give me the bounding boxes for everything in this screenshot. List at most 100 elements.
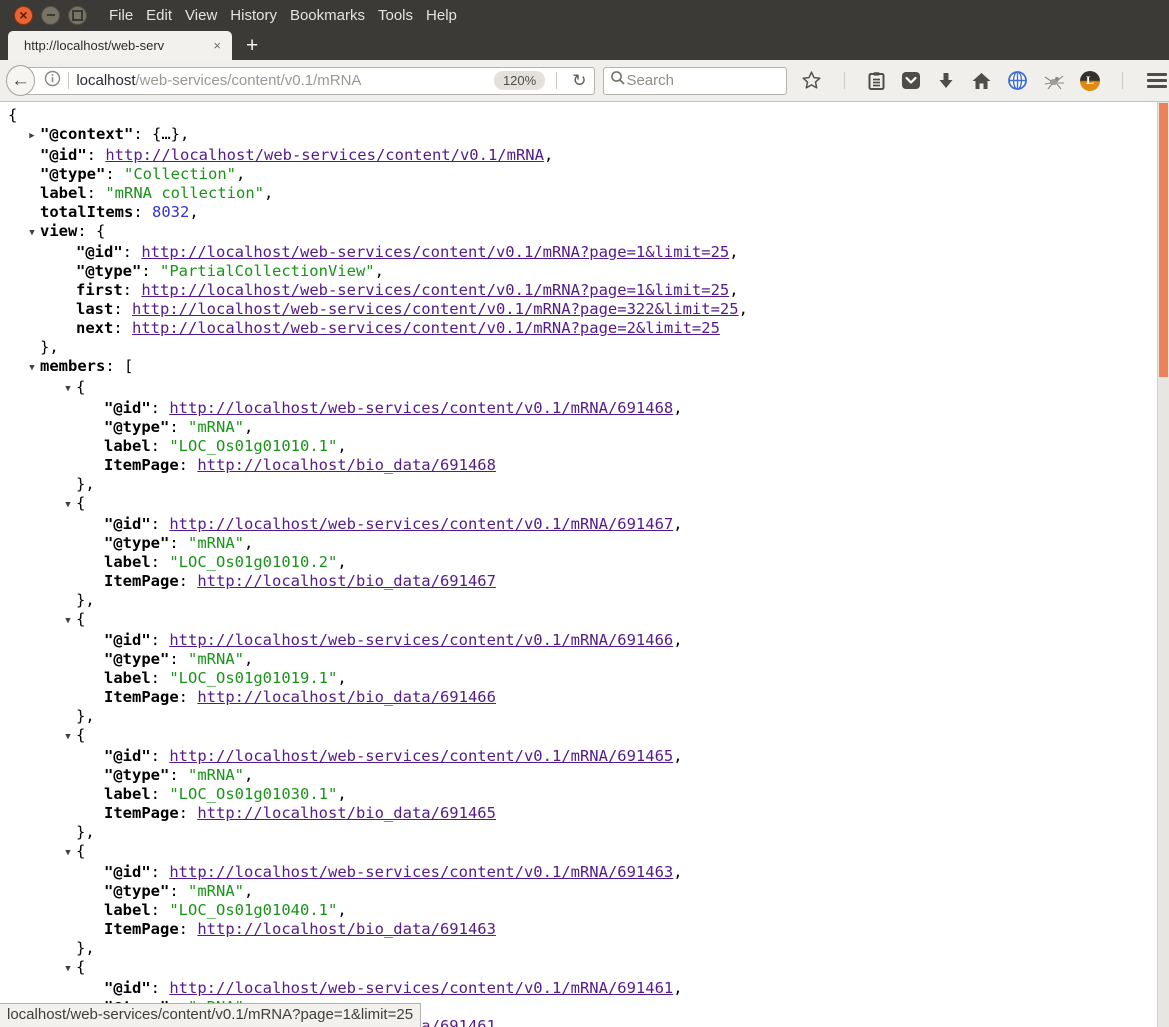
navigation-toolbar: ← localhost/web-services/content/v0.1/mR… <box>0 60 1169 102</box>
json-key: ItemPage <box>104 456 179 474</box>
menu-help[interactable]: Help <box>426 7 457 24</box>
collapsed-toggle-icon[interactable]: ▶ <box>24 127 40 146</box>
json-line: label: "LOC_Os01g01040.1", <box>0 901 1157 920</box>
json-line: label: "LOC_Os01g01030.1", <box>0 785 1157 804</box>
json-link[interactable]: http://localhost/web-services/content/v0… <box>105 146 544 164</box>
expanded-toggle-icon[interactable]: ▼ <box>60 844 76 863</box>
json-line: "@type": "PartialCollectionView", <box>0 262 1157 281</box>
json-link[interactable]: http://localhost/web-services/content/v0… <box>141 243 729 261</box>
json-line: "@id": http://localhost/web-services/con… <box>0 747 1157 766</box>
json-line: "@id": http://localhost/web-services/con… <box>0 979 1157 998</box>
menu-view[interactable]: View <box>185 7 217 24</box>
expanded-toggle-icon[interactable]: ▼ <box>60 960 76 979</box>
bookmarks-menu-icon[interactable] <box>867 71 886 91</box>
json-punct: : <box>151 785 170 803</box>
json-key: members <box>40 357 105 375</box>
scrollbar-thumb[interactable] <box>1159 103 1168 377</box>
menu-edit[interactable]: Edit <box>146 7 172 24</box>
json-punct: : <box>151 515 170 533</box>
json-line: ▼{ <box>0 726 1157 747</box>
json-link[interactable]: http://localhost/web-services/content/v0… <box>169 515 673 533</box>
json-line: first: http://localhost/web-services/con… <box>0 281 1157 300</box>
json-punct: { <box>76 958 85 976</box>
search-bar[interactable] <box>603 67 787 95</box>
json-line: ▼{ <box>0 958 1157 979</box>
urlbar-divider <box>68 72 69 89</box>
json-link[interactable]: http://localhost/web-services/content/v0… <box>169 863 673 881</box>
url-text[interactable]: localhost/web-services/content/v0.1/mRNA <box>76 72 494 89</box>
json-punct: , <box>337 901 346 919</box>
json-key: "@context" <box>40 125 133 143</box>
json-key: label <box>40 184 87 202</box>
json-link[interactable]: http://localhost/web-services/content/v0… <box>169 631 673 649</box>
globe-addon-icon[interactable] <box>1007 70 1028 91</box>
json-key: "@type" <box>104 418 169 436</box>
bookmark-star-icon[interactable] <box>801 70 822 91</box>
json-punct: : <box>141 262 160 280</box>
json-string: "LOC_Os01g01010.1" <box>169 437 337 455</box>
window-minimize-button[interactable] <box>41 6 60 25</box>
tab-active[interactable]: http://localhost/web-serv × <box>8 31 232 60</box>
window-close-button[interactable]: × <box>14 6 33 25</box>
json-link[interactable]: http://localhost/web-services/content/v0… <box>132 319 720 337</box>
json-link[interactable]: http://localhost/bio_data/691463 <box>197 920 496 938</box>
json-punct: , <box>729 281 738 299</box>
json-punct: }, <box>76 823 95 841</box>
search-input[interactable] <box>626 72 766 89</box>
json-line: "@type": "mRNA", <box>0 650 1157 669</box>
url-bar[interactable]: localhost/web-services/content/v0.1/mRNA… <box>21 67 595 95</box>
window-maximize-button[interactable] <box>68 6 87 25</box>
zoom-level-badge[interactable]: 120% <box>494 71 545 90</box>
json-link[interactable]: http://localhost/bio_data/691466 <box>197 688 496 706</box>
json-punct: , <box>739 300 748 318</box>
json-line: }, <box>0 475 1157 494</box>
menu-bookmarks[interactable]: Bookmarks <box>290 7 365 24</box>
home-icon[interactable] <box>971 71 992 91</box>
json-punct: , <box>673 747 682 765</box>
expanded-toggle-icon[interactable]: ▼ <box>60 380 76 399</box>
json-key: "@id" <box>104 747 151 765</box>
new-tab-button[interactable]: + <box>232 35 270 60</box>
reload-button[interactable]: ↻ <box>564 71 594 91</box>
expanded-toggle-icon[interactable]: ▼ <box>60 496 76 515</box>
menu-history[interactable]: History <box>230 7 277 24</box>
json-punct: : <box>151 669 170 687</box>
json-link[interactable]: http://localhost/web-services/content/v0… <box>141 281 729 299</box>
menu-file[interactable]: File <box>109 7 133 24</box>
json-link[interactable]: http://localhost/web-services/content/v0… <box>132 300 739 318</box>
expanded-toggle-icon[interactable]: ▼ <box>24 224 40 243</box>
expanded-toggle-icon[interactable]: ▼ <box>24 359 40 378</box>
json-line: "@type": "mRNA", <box>0 766 1157 785</box>
back-button[interactable]: ← <box>6 65 35 96</box>
menu-tools[interactable]: Tools <box>378 7 413 24</box>
json-punct: , <box>236 165 245 183</box>
expanded-toggle-icon[interactable]: ▼ <box>60 612 76 631</box>
scrollbar-track[interactable] <box>1157 102 1169 1027</box>
json-link[interactable]: http://localhost/bio_data/691467 <box>197 572 496 590</box>
json-link[interactable]: http://localhost/bio_data/691468 <box>197 456 496 474</box>
json-link[interactable]: http://localhost/web-services/content/v0… <box>169 979 673 997</box>
site-info-icon[interactable] <box>44 70 61 92</box>
json-line: ▼view: { <box>0 222 1157 243</box>
json-line: "@type": "Collection", <box>0 165 1157 184</box>
json-key: "@type" <box>76 262 141 280</box>
json-punct: , <box>673 399 682 417</box>
expanded-toggle-icon[interactable]: ▼ <box>60 728 76 747</box>
json-link[interactable]: http://localhost/bio_data/691465 <box>197 804 496 822</box>
json-link[interactable]: http://localhost/web-services/content/v0… <box>169 399 673 417</box>
json-key: ItemPage <box>104 920 179 938</box>
tab-close-icon[interactable]: × <box>210 38 224 53</box>
json-key: totalItems <box>40 203 133 221</box>
menu-hamburger-icon[interactable] <box>1145 69 1169 92</box>
json-link[interactable]: http://localhost/web-services/content/v0… <box>169 747 673 765</box>
spider-addon-icon[interactable] <box>1043 72 1065 90</box>
json-line: next: http://localhost/web-services/cont… <box>0 319 1157 338</box>
pocket-icon[interactable] <box>901 71 921 90</box>
download-icon[interactable] <box>936 71 956 91</box>
json-punct: { <box>76 378 85 396</box>
lightbeam-addon-icon[interactable]: L <box>1080 71 1100 91</box>
json-punct: : <box>113 319 132 337</box>
json-line: label: "LOC_Os01g01010.1", <box>0 437 1157 456</box>
json-punct: }, <box>76 475 95 493</box>
json-punct: , <box>244 882 253 900</box>
